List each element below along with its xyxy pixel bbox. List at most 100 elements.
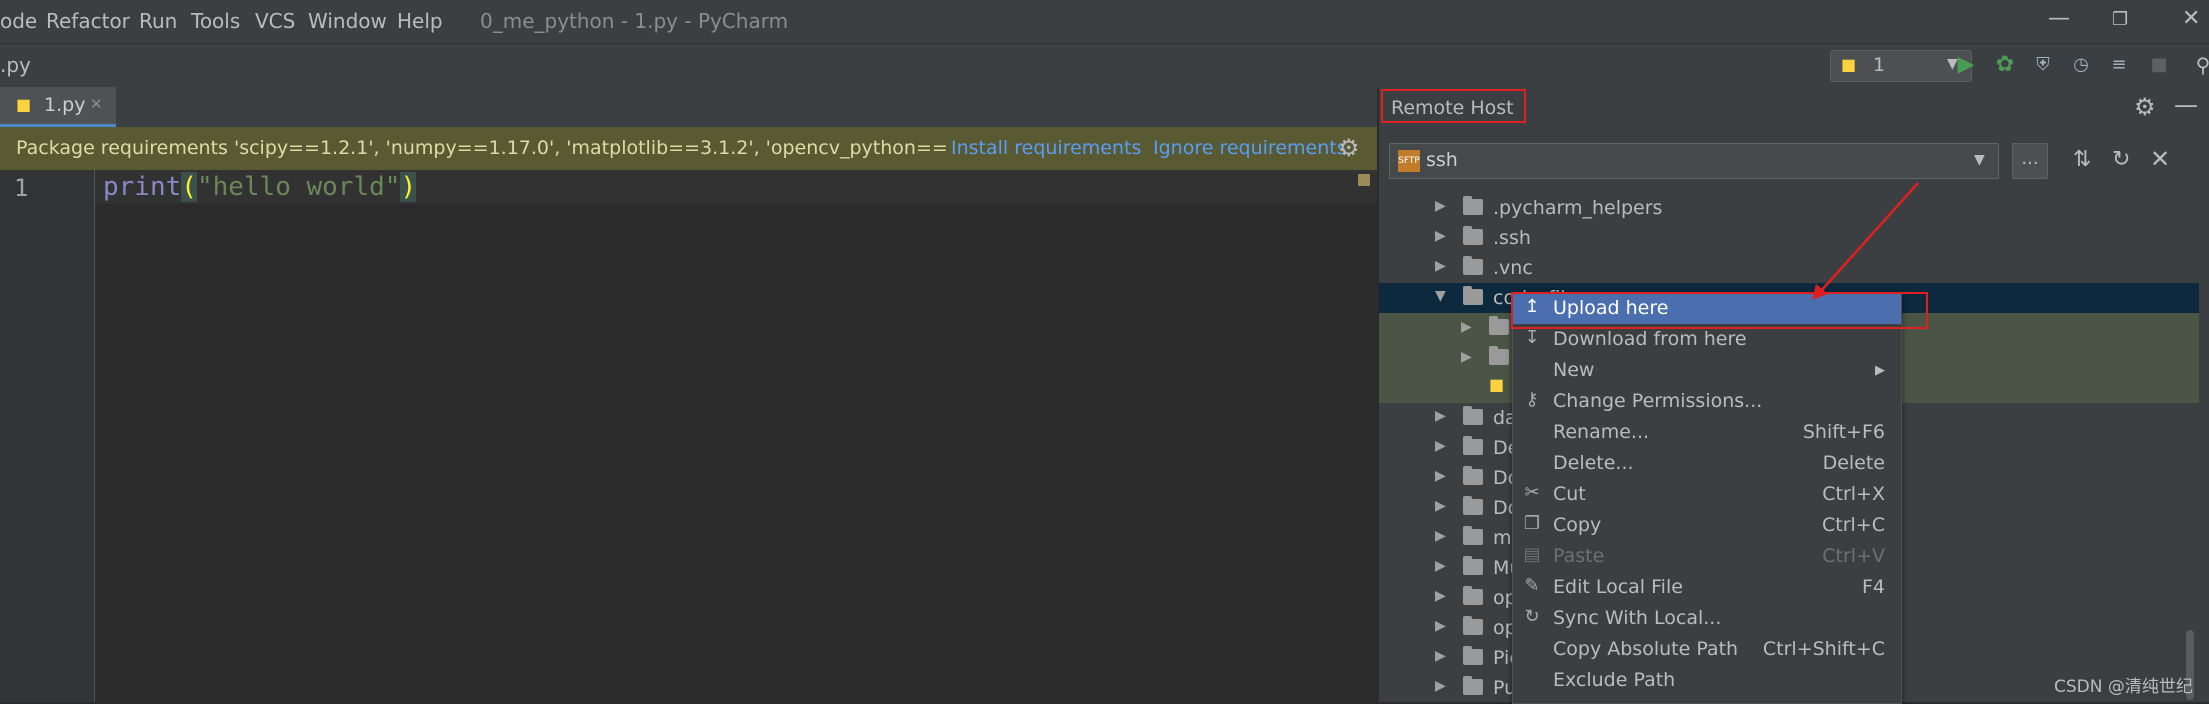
folder-icon	[1463, 676, 1483, 695]
folder-icon	[1463, 556, 1483, 575]
profile-icon[interactable]: ◷	[2068, 52, 2094, 78]
expand-arrow-icon[interactable]: ▶	[1435, 558, 1446, 574]
expand-arrow-icon[interactable]: ▶	[1435, 498, 1446, 514]
more-button[interactable]: ...	[2012, 143, 2048, 179]
key-icon: ⚷	[1525, 389, 1539, 410]
menu-code[interactable]: ode	[0, 9, 37, 33]
host-select[interactable]: SFTP ssh ▼	[1389, 143, 1999, 179]
coverage-icon[interactable]: ⛨	[2030, 52, 2056, 78]
menu-item-label: Edit Local File	[1553, 576, 1683, 598]
folder-icon	[1463, 196, 1483, 215]
expand-arrow-icon[interactable]: ▶	[1461, 319, 1472, 335]
folder-icon	[1463, 436, 1483, 455]
breadcrumb-file[interactable]: .py	[0, 53, 31, 77]
copy-icon: ❐	[1523, 513, 1541, 534]
hide-panel-icon[interactable]: —	[2174, 91, 2198, 119]
host-select-value: ssh	[1426, 149, 1458, 171]
menu-item-exclude-path[interactable]: Exclude Path	[1513, 665, 1901, 696]
minimize-icon[interactable]: —	[2048, 6, 2070, 31]
expand-arrow-icon[interactable]: ▶	[1435, 648, 1446, 664]
expand-arrow-icon[interactable]: ▶	[1435, 618, 1446, 634]
menu-item-label: Delete...	[1553, 452, 1634, 474]
menu-item-copy-absolute-path[interactable]: Copy Absolute Path Ctrl+Shift+C	[1513, 634, 1901, 665]
gear-icon[interactable]: ⚙	[1338, 134, 1360, 162]
menu-item-label: Copy	[1553, 514, 1602, 536]
tab-label: 1.py	[44, 94, 86, 116]
editor-tab-bar: ■ 1.py ✕	[0, 87, 1377, 128]
panel-header: Remote Host ⚙ —	[1379, 87, 2209, 127]
pencil-icon: ✎	[1524, 575, 1540, 596]
menu-item-change-permissions[interactable]: ⚷ Change Permissions...	[1513, 386, 1901, 417]
python-icon: ■	[1841, 55, 1857, 74]
tab-close-icon[interactable]: ✕	[90, 95, 103, 113]
expand-arrow-icon[interactable]: ▶	[1435, 678, 1446, 694]
tree-row-label: .vnc	[1493, 257, 1533, 279]
folder-icon	[1463, 496, 1483, 515]
menu-item-rename[interactable]: Rename... Shift+F6	[1513, 417, 1901, 448]
banner-message: Package requirements 'scipy==1.2.1', 'nu…	[16, 137, 946, 159]
debug-icon[interactable]: ✿	[1992, 52, 2018, 78]
tab-1-py[interactable]: ■ 1.py ✕	[0, 87, 116, 127]
tree-row[interactable]: ▶ .pycharm_helpers	[1379, 193, 2199, 223]
refresh-icon[interactable]: ↻	[2112, 147, 2130, 172]
menu-item-sync-with-local[interactable]: ↻ Sync With Local...	[1513, 603, 1901, 634]
code-line[interactable]: print("hello world")	[103, 172, 417, 202]
install-requirements-link[interactable]: Install requirements	[951, 137, 1141, 159]
menu-item-new[interactable]: New ▶	[1513, 355, 1901, 386]
code-editor[interactable]: print("hello world")	[95, 170, 1377, 702]
code-paren-close: )	[400, 172, 417, 202]
expand-arrow-icon[interactable]: ▶	[1435, 438, 1446, 454]
collapse-all-icon[interactable]: ⇅	[2073, 147, 2091, 172]
restore-icon[interactable]: ❐	[2112, 9, 2128, 30]
context-menu: ↥ Upload here ↧ Download from here New ▶…	[1512, 292, 1902, 704]
ignore-requirements-link[interactable]: Ignore requirements	[1153, 137, 1347, 159]
folder-icon	[1489, 316, 1509, 335]
close-icon[interactable]: ✕	[2150, 145, 2170, 173]
close-icon[interactable]: ✕	[2182, 6, 2200, 31]
folder-icon	[1463, 466, 1483, 485]
menu-window[interactable]: Window	[308, 9, 387, 33]
inspection-indicator[interactable]	[1358, 174, 1370, 186]
folder-icon	[1463, 526, 1483, 545]
menu-item-delete[interactable]: Delete... Delete	[1513, 448, 1901, 479]
run-icon[interactable]: ▶	[1953, 52, 1979, 78]
search-icon[interactable]: ⚲	[2190, 52, 2209, 78]
run-configuration-select[interactable]: ■ 1 ▼	[1830, 50, 1972, 82]
folder-icon	[1463, 586, 1483, 605]
menu-item-shortcut: Shift+F6	[1802, 421, 1885, 443]
code-string: "hello world"	[196, 172, 401, 202]
menu-item-edit-local-file[interactable]: ✎ Edit Local File F4	[1513, 572, 1901, 603]
folder-icon	[1489, 346, 1509, 365]
menu-item-label: Cut	[1553, 483, 1586, 505]
menu-run[interactable]: Run	[139, 9, 177, 33]
expand-arrow-icon[interactable]: ▶	[1435, 468, 1446, 484]
menu-tools[interactable]: Tools	[191, 9, 240, 33]
tree-row[interactable]: ▶ .vnc	[1379, 253, 2199, 283]
settings-gear-icon[interactable]: ⚙	[2134, 93, 2156, 121]
download-icon: ↧	[1524, 327, 1540, 348]
expand-arrow-icon[interactable]: ▶	[1435, 258, 1446, 274]
expand-arrow-icon[interactable]: ▶	[1435, 528, 1446, 544]
menu-item-copy[interactable]: ❐ Copy Ctrl+C	[1513, 510, 1901, 541]
menu-item-shortcut: Delete	[1822, 452, 1885, 474]
menu-vcs[interactable]: VCS	[255, 9, 295, 33]
tree-row-label: .pycharm_helpers	[1493, 197, 1663, 219]
menu-item-cut[interactable]: ✂ Cut Ctrl+X	[1513, 479, 1901, 510]
folder-icon	[1463, 226, 1483, 245]
chevron-down-icon: ▼	[1974, 152, 1985, 168]
menu-refactor[interactable]: Refactor	[46, 9, 130, 33]
expand-arrow-icon[interactable]: ▶	[1435, 408, 1446, 424]
folder-icon	[1463, 616, 1483, 635]
build-icon[interactable]: ≡	[2106, 52, 2132, 78]
run-config-label: 1	[1873, 54, 1886, 76]
stop-icon[interactable]: ■	[2146, 52, 2172, 78]
collapse-arrow-icon[interactable]: ▼	[1435, 288, 1446, 304]
folder-icon	[1463, 286, 1483, 305]
expand-arrow-icon[interactable]: ▶	[1435, 588, 1446, 604]
expand-arrow-icon[interactable]: ▶	[1435, 198, 1446, 214]
expand-arrow-icon[interactable]: ▶	[1461, 349, 1472, 365]
menu-help[interactable]: Help	[397, 9, 443, 33]
tree-row[interactable]: ▶ .ssh	[1379, 223, 2199, 253]
expand-arrow-icon[interactable]: ▶	[1435, 228, 1446, 244]
menu-item-paste[interactable]: ▤ Paste Ctrl+V	[1513, 541, 1901, 572]
